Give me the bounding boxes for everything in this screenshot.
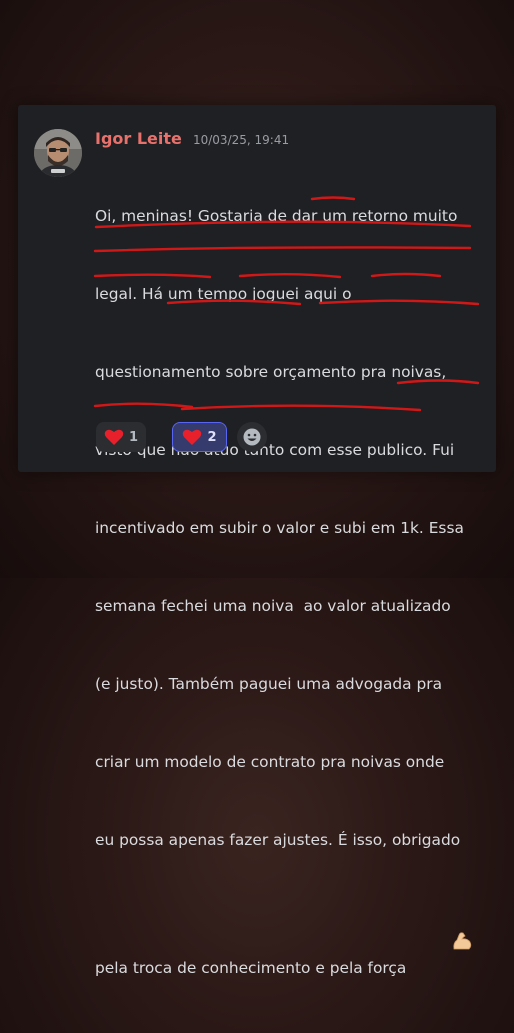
message-line: criar um modelo de contrato pra noivas o… (95, 753, 445, 771)
avatar[interactable] (34, 129, 82, 177)
reaction-heart[interactable]: 1 (96, 422, 146, 452)
username[interactable]: Igor Leite (95, 129, 182, 148)
add-reaction-button[interactable] (237, 422, 267, 452)
message-header: Igor Leite 10/03/25, 19:41 (95, 129, 289, 151)
add-reaction-icon (243, 428, 261, 446)
message-body: Oi, meninas! Gostaria de dar um retorno … (95, 151, 490, 1033)
message-line: Oi, meninas! Gostaria de dar um retorno … (95, 207, 458, 225)
message-line: legal. Há um tempo joguei aqui o (95, 285, 352, 303)
avatar-photo (34, 129, 82, 177)
flexed-biceps-icon (412, 905, 472, 950)
heart-icon (183, 429, 202, 445)
heart-icon (104, 429, 124, 445)
message-line: semana fechei uma noiva ao valor atualiz… (95, 597, 451, 615)
message-line: pela troca de conhecimento e pela força (95, 959, 407, 977)
message-line: eu possa apenas fazer ajustes. É isso, o… (95, 831, 461, 849)
message-line: incentivado em subir o valor e subi em 1… (95, 519, 464, 537)
chat-message: Igor Leite 10/03/25, 19:41 Oi, meninas! … (18, 105, 496, 977)
message-line: questionamento sobre orçamento pra noiva… (95, 363, 447, 381)
reaction-heart-selected[interactable]: 2 (172, 422, 227, 452)
reaction-count: 2 (207, 429, 217, 445)
message-line-last: pela troca de conhecimento e pela força (95, 905, 490, 981)
message-line: (e justo). Também paguei uma advogada pr… (95, 675, 443, 693)
timestamp: 10/03/25, 19:41 (192, 133, 290, 147)
reaction-count: 1 (128, 429, 139, 445)
message-line: visto que não atuo tanto com esse public… (95, 441, 455, 459)
